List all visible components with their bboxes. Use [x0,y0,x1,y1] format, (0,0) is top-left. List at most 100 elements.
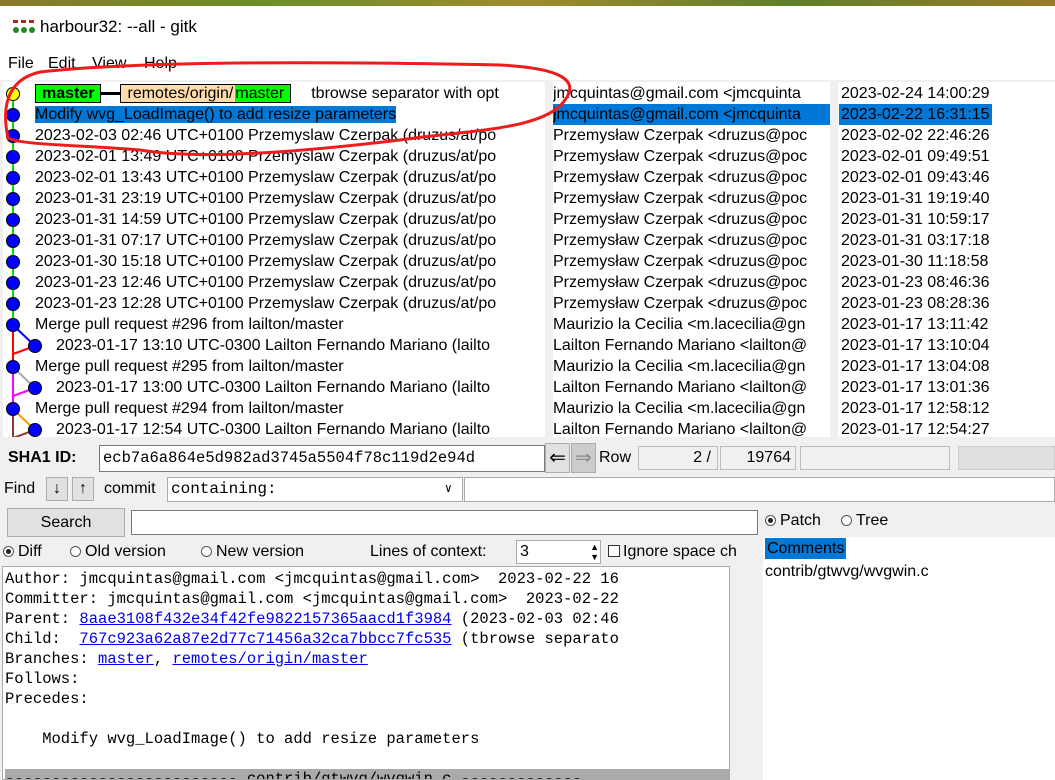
commit-row[interactable]: 2023-01-17 13:10 UTC-0300 Lailton Fernan… [56,335,490,356]
commit-node[interactable] [6,297,20,311]
commit-row[interactable]: 2023-01-31 07:17 UTC+0100 Przemyslaw Cze… [35,230,496,251]
author-cell[interactable]: jmcquintas@gmail.com <jmcquinta [553,104,830,125]
commit-list-pane[interactable]: master remotes/origin/master tbrowse separ… [3,82,545,437]
commit-node[interactable] [6,255,20,269]
commit-node[interactable] [28,423,42,437]
commit-row[interactable]: 2023-01-23 12:46 UTC+0100 Przemyslaw Cze… [35,272,496,293]
radio-new-version[interactable]: New version [201,543,304,561]
date-cell[interactable]: 2023-01-31 19:19:40 [841,188,990,209]
find-prev-button[interactable]: ↑ [72,477,94,501]
forward-arrow-button[interactable]: ⇒ [571,443,596,473]
details-scrollbar[interactable] [731,566,761,780]
date-cell[interactable]: 2023-02-01 09:49:51 [841,146,990,167]
author-cell[interactable]: Przemysław Czerpak <druzus@poc [553,167,830,188]
commit-row[interactable]: Merge pull request #296 from lailton/mas… [35,314,344,335]
author-cell[interactable]: Przemysław Czerpak <druzus@poc [553,146,830,167]
author-cell[interactable]: Przemysław Czerpak <druzus@poc [553,272,830,293]
menu-view[interactable]: View [92,55,126,73]
commit-node[interactable] [6,213,20,227]
author-cell[interactable]: Przemysław Czerpak <druzus@poc [553,188,830,209]
date-cell[interactable]: 2023-01-23 08:28:36 [841,293,990,314]
child-hash-link[interactable]: 767c923a62a87e2d77c71456a32ca7bbcc7fc535 [79,630,451,648]
context-spinbox[interactable]: 3 ▲ ▼ [516,540,601,564]
commit-row[interactable]: 2023-01-31 23:19 UTC+0100 Przemyslaw Cze… [35,188,496,209]
author-cell[interactable]: Lailton Fernando Mariano <lailton@ [553,335,830,356]
date-cell[interactable]: 2023-01-17 13:10:04 [841,335,990,356]
date-cell[interactable]: 2023-02-22 16:31:15 [839,104,992,125]
radio-tree[interactable]: Tree [841,512,888,530]
commit-row[interactable]: 2023-01-23 12:28 UTC+0100 Przemyslaw Cze… [35,293,496,314]
commit-node[interactable] [6,318,20,332]
radio-diff[interactable]: Diff [3,543,42,561]
date-cell[interactable]: 2023-01-17 12:54:27 [841,419,990,437]
date-cell[interactable]: 2023-02-01 09:43:46 [841,167,990,188]
date-cell[interactable]: 2023-01-31 10:59:17 [841,209,990,230]
commit-node[interactable] [6,129,20,143]
commit-node[interactable] [28,381,42,395]
commit-node[interactable] [6,171,20,185]
author-cell[interactable]: Przemysław Czerpak <druzus@poc [553,125,830,146]
sha1-input[interactable]: ecb7a6a864e5d982ad3745a5504f78c119d2e94d [99,445,545,472]
commit-row[interactable]: Merge pull request #295 from lailton/mas… [35,356,344,377]
date-cell[interactable]: 2023-01-23 08:46:36 [841,272,990,293]
commit-row[interactable]: 2023-01-17 12:54 UTC-0300 Lailton Fernan… [56,419,490,437]
date-cell[interactable]: 2023-02-02 22:46:26 [841,125,990,146]
commit-row[interactable]: 2023-02-03 02:46 UTC+0100 Przemyslaw Cze… [35,125,496,146]
date-cell[interactable]: 2023-02-24 14:00:29 [841,83,990,104]
date-cell[interactable]: 2023-01-17 12:58:12 [841,398,990,419]
commit-node[interactable] [6,108,20,122]
author-cell[interactable]: Lailton Fernando Mariano <lailton@ [553,419,830,437]
head-branch-tag[interactable]: master [35,84,102,103]
author-cell[interactable]: Przemysław Czerpak <druzus@poc [553,230,830,251]
commit-row[interactable]: Merge pull request #294 from lailton/mas… [35,398,344,419]
remote-branch-tag[interactable]: remotes/origin/master [120,84,292,103]
commit-row[interactable]: 2023-01-17 13:00 UTC-0300 Lailton Fernan… [56,377,490,398]
author-cell[interactable]: jmcquintas@gmail.com <jmcquinta [553,83,830,104]
author-cell[interactable]: Maurizio la Cecilia <m.lacecilia@gn [553,314,830,335]
file-list-item[interactable]: contrib/gtwvg/wvgwin.c [765,561,929,582]
search-button[interactable]: Search [7,508,125,537]
commit-row[interactable]: master remotes/origin/master tbrowse separ… [35,83,499,104]
commit-row[interactable]: 2023-02-01 13:49 UTC+0100 Przemyslaw Cze… [35,146,496,167]
author-cell[interactable]: Lailton Fernando Mariano <lailton@ [553,377,830,398]
search-input[interactable] [131,510,758,535]
author-cell[interactable]: Przemysław Czerpak <druzus@poc [553,209,830,230]
spin-arrows-icon[interactable]: ▲ ▼ [590,542,599,562]
radio-patch[interactable]: Patch [765,512,821,530]
radio-old-version[interactable]: Old version [70,543,166,561]
find-mode-select[interactable]: containing: ∨ [167,477,463,502]
date-cell[interactable]: 2023-01-31 03:17:18 [841,230,990,251]
parent-hash-link[interactable]: 8aae3108f432e34f42fe9822157365aacd1f3984 [79,610,451,628]
commit-node[interactable] [6,150,20,164]
commit-node[interactable] [6,87,20,101]
commit-row[interactable]: 2023-01-30 15:18 UTC+0100 Przemyslaw Cze… [35,251,496,272]
commit-details-text[interactable]: Author: jmcquintas@gmail.com <jmcquintas… [2,566,730,780]
file-list-comments[interactable]: Comments [765,538,847,559]
commit-node[interactable] [6,192,20,206]
date-cell[interactable]: 2023-01-30 11:18:58 [841,251,988,272]
back-arrow-button[interactable]: ⇐ [545,443,570,473]
date-cell[interactable]: 2023-01-17 13:01:36 [841,377,990,398]
menu-file[interactable]: File [8,55,34,73]
commit-row[interactable]: 2023-01-31 14:59 UTC+0100 Przemyslaw Cze… [35,209,496,230]
author-cell[interactable]: Maurizio la Cecilia <m.lacecilia@gn [553,398,830,419]
menu-help[interactable]: Help [144,55,177,73]
commit-node[interactable] [6,234,20,248]
commit-node[interactable] [6,402,20,416]
commit-node[interactable] [6,276,20,290]
author-cell[interactable]: Maurizio la Cecilia <m.lacecilia@gn [553,356,830,377]
find-input[interactable] [464,477,1055,502]
commit-node[interactable] [28,339,42,353]
branch-link-remote-master[interactable]: remotes/origin/master [172,650,367,668]
ignore-space-checkbox[interactable]: Ignore space ch [608,543,751,561]
commit-node[interactable] [6,360,20,374]
author-cell[interactable]: Przemysław Czerpak <druzus@poc [553,251,830,272]
file-list-pane[interactable]: Comments contrib/gtwvg/wvgwin.c [763,537,1055,780]
date-cell[interactable]: 2023-01-17 13:11:42 [841,314,988,335]
date-cell[interactable]: 2023-01-17 13:04:08 [841,356,990,377]
commit-row[interactable]: 2023-02-01 13:43 UTC+0100 Przemyslaw Cze… [35,167,496,188]
date-list-pane[interactable]: 2023-02-24 14:00:29 2023-02-22 16:31:15 20… [838,82,1055,437]
author-cell[interactable]: Przemysław Czerpak <druzus@poc [553,293,830,314]
author-list-pane[interactable]: jmcquintas@gmail.com <jmcquinta jmcquinta… [553,82,830,437]
menu-edit[interactable]: Edit [48,55,76,73]
